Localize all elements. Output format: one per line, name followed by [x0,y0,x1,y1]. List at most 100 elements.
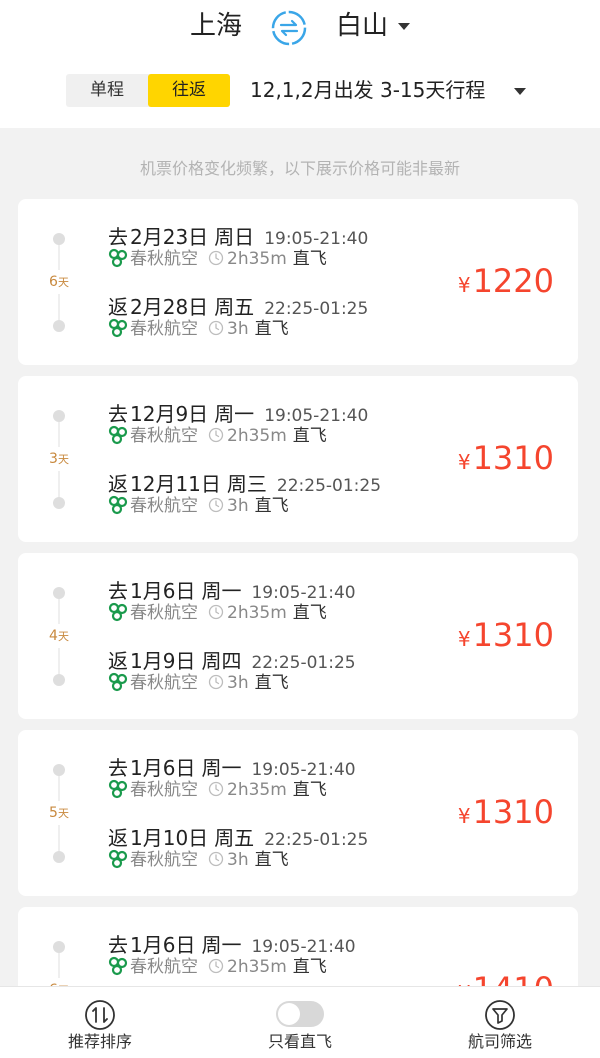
segment-details: 春秋航空 3h 直飞 [108,671,289,695]
segment-weekday: 周五 [214,295,255,319]
segment-date: 2月28日 [130,295,209,319]
clock-icon [208,604,224,620]
flight-duration: 2h35m [227,603,287,623]
clock-icon [208,250,224,266]
segment-header: 去 2月23日 周日 19:05-21:40 [108,221,368,249]
segment-label: 返 [108,472,128,496]
segment-weekday: 周一 [214,402,255,426]
direct-only-label: 只看直飞 [267,1032,332,1051]
segment-label: 去 [108,756,128,780]
price-value: 1220 [472,262,554,300]
flight-type: 直飞 [292,603,327,623]
airline-filter-button[interactable]: 航司筛选 [400,987,600,1058]
segment-time: 22:25-01:25 [251,653,356,673]
flight-type: 直飞 [292,249,327,269]
segment-time: 19:05-21:40 [251,937,356,957]
clock-icon [208,497,224,513]
sort-label: 推荐排序 [67,1032,132,1051]
flight-duration: 2h35m [227,249,287,269]
route-selector: 上海 白山 [0,6,600,46]
segment-date: 12月11日 [130,472,221,496]
airline-name: 春秋航空 [130,496,198,516]
tab-one-way[interactable]: 单程 [66,74,148,107]
segment-header: 返 1月10日 周五 22:25-01:25 [108,822,368,850]
currency-symbol: ¥ [457,804,471,828]
spring-airlines-logo-icon [108,849,128,869]
bottom-toolbar: 推荐排序 只看直飞 航司筛选 [0,986,600,1058]
airline-name: 春秋航空 [130,850,198,870]
toggle-knob [278,1003,300,1025]
return-dot [53,851,65,863]
flight-duration: 2h35m [227,957,287,977]
segment-details: 春秋航空 3h 直飞 [108,317,289,341]
sort-button[interactable]: 推荐排序 [0,987,200,1058]
sort-icon [85,1000,115,1030]
segment-time: 22:25-01:25 [264,299,369,319]
trip-card[interactable]: 6天去 2月23日 周日 19:05-21:40 春秋航空 2h35m 直飞返 2月28日 周五… [18,199,578,365]
trip-days: 6 [49,274,58,290]
segment-header: 去 12月9日 周一 19:05-21:40 [108,398,368,426]
segment-time: 19:05-21:40 [251,760,356,780]
flight-type: 直飞 [254,673,289,693]
return-dot [53,320,65,332]
date-range-selector[interactable]: 12,1,2月出发 3-15天行程 [250,74,485,107]
airline-name: 春秋航空 [130,780,198,800]
price-value: 1310 [472,793,554,831]
trip-card[interactable]: 3天去 12月9日 周一 19:05-21:40 春秋航空 2h35m 直飞返 12月11日周… [18,376,578,542]
trip-days-badge: 5天 [42,801,76,825]
segment-details: 春秋航空 2h35m 直飞 [108,955,327,979]
spring-airlines-logo-icon [108,425,128,445]
caret-down-icon[interactable] [514,88,526,95]
trip-days-badge: 3天 [42,447,76,471]
flight-duration: 2h35m [227,426,287,446]
segment-details: 春秋航空 2h35m 直飞 [108,778,327,802]
segment-weekday: 周四 [201,649,242,673]
segment-weekday: 周五 [214,826,255,850]
segment-details: 春秋航空 2h35m 直飞 [108,247,327,271]
clock-icon [208,320,224,336]
segment-date: 2月23日 [130,225,209,249]
currency-symbol: ¥ [457,273,471,297]
segment-header: 返 12月11日 周三 22:25-01:25 [108,468,381,496]
segment-date: 1月9日 [130,649,196,673]
airline-name: 春秋航空 [130,673,198,693]
airline-filter-label: 航司筛选 [467,1032,532,1051]
segment-details: 春秋航空 2h35m 直飞 [108,601,327,625]
flight-type: 直飞 [292,426,327,446]
airline-name: 春秋航空 [130,319,198,339]
segment-weekday: 周一 [201,933,242,957]
flight-type: 直飞 [254,319,289,339]
departure-dot [53,233,65,245]
segment-date: 1月6日 [130,756,196,780]
segment-time: 19:05-21:40 [264,229,369,249]
currency-symbol: ¥ [457,627,471,651]
price-value: 1310 [472,616,554,654]
segment-time: 22:25-01:25 [276,476,382,496]
trip-days-unit: 天 [57,276,69,289]
flight-duration: 3h [227,673,249,693]
filter-icon [485,1000,515,1030]
spring-airlines-logo-icon [108,956,128,976]
from-city[interactable]: 上海 [190,6,242,46]
trip-card[interactable]: 5天去 1月6日 周一 19:05-21:40 春秋航空 2h35m 直飞返 1月10日 周五 2… [18,730,578,896]
toggle-switch[interactable] [276,1001,324,1027]
trip-days: 3 [49,451,58,467]
trip-price: ¥1310 [458,792,554,836]
segment-date: 1月6日 [130,579,196,603]
tab-round-trip[interactable]: 往返 [148,74,230,107]
trip-days: 5 [49,805,58,821]
caret-down-icon[interactable] [398,23,410,30]
spring-airlines-logo-icon [108,779,128,799]
swap-arrows-icon[interactable] [270,9,308,47]
to-city[interactable]: 白山 [336,6,388,46]
segment-date: 12月9日 [130,402,209,426]
segment-time: 19:05-21:40 [251,583,356,603]
trip-card[interactable]: 4天去 1月6日 周一 19:05-21:40 春秋航空 2h35m 直飞返 1月9日 周四 22… [18,553,578,719]
segment-weekday: 周日 [214,225,255,249]
segment-label: 去 [108,225,128,249]
trip-price: ¥1220 [458,261,554,305]
trip-days-unit: 天 [57,807,69,820]
direct-only-toggle[interactable]: 只看直飞 [200,987,400,1058]
segment-date: 1月6日 [130,933,196,957]
segment-header: 返 1月9日 周四 22:25-01:25 [108,645,356,673]
